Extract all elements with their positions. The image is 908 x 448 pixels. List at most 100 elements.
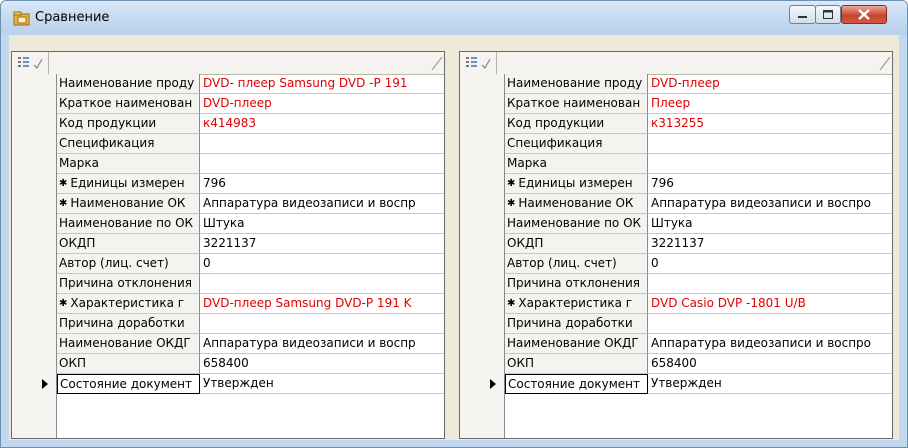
field-value[interactable]: DVD-плеер: [648, 74, 892, 94]
field-value[interactable]: Аппаратура видеозаписи и воспр: [200, 334, 444, 354]
field-value[interactable]: [648, 154, 892, 174]
row-indicator[interactable]: [12, 314, 56, 334]
table-row[interactable]: ✱ Характеристика г DVD Casio DVP -1801 U/B: [460, 294, 892, 314]
field-value[interactable]: 3221137: [648, 234, 892, 254]
row-indicator[interactable]: [460, 174, 504, 194]
field-value[interactable]: [200, 314, 444, 334]
field-value[interactable]: к313255: [648, 114, 892, 134]
table-row[interactable]: ✱ Единицы измерен 796: [460, 174, 892, 194]
row-indicator[interactable]: [12, 74, 56, 94]
field-value[interactable]: 658400: [648, 354, 892, 374]
row-indicator[interactable]: [12, 254, 56, 274]
row-indicator[interactable]: [12, 334, 56, 354]
field-value[interactable]: Штука: [200, 214, 444, 234]
row-indicator[interactable]: [12, 174, 56, 194]
close-button[interactable]: [841, 5, 887, 24]
table-row[interactable]: ОКДП 3221137: [12, 234, 444, 254]
field-value[interactable]: 3221137: [200, 234, 444, 254]
row-indicator[interactable]: [460, 354, 504, 374]
row-indicator[interactable]: [12, 114, 56, 134]
table-row[interactable]: Наименование по ОК Штука: [12, 214, 444, 234]
row-indicator[interactable]: [460, 234, 504, 254]
expand-field-icon[interactable]: ✱: [59, 298, 67, 309]
table-row[interactable]: Код продукции к313255: [460, 114, 892, 134]
field-value[interactable]: 0: [648, 254, 892, 274]
field-value[interactable]: Утвержден: [200, 374, 444, 394]
table-row[interactable]: Автор (лиц. счет) 0: [12, 254, 444, 274]
field-value[interactable]: Штука: [648, 214, 892, 234]
table-row[interactable]: ✱ Характеристика г DVD-плеер Samsung DVD-P…: [12, 294, 444, 314]
row-indicator[interactable]: [460, 374, 504, 394]
expand-field-icon[interactable]: ✱: [507, 178, 515, 189]
row-indicator[interactable]: [460, 194, 504, 214]
left-comparison-grid[interactable]: Наименование проду DVD- плеер Samsung DVD…: [11, 51, 445, 439]
minimize-button[interactable]: [789, 5, 816, 24]
table-row[interactable]: Наименование ОКДГ Аппаратура видеозаписи …: [460, 334, 892, 354]
right-comparison-grid[interactable]: Наименование проду DVD-плеер Краткое наиме…: [459, 51, 893, 439]
row-indicator[interactable]: [460, 154, 504, 174]
maximize-button[interactable]: [815, 5, 841, 24]
field-value[interactable]: [648, 314, 892, 334]
table-row[interactable]: Спецификация: [460, 134, 892, 154]
table-row[interactable]: Марка: [12, 154, 444, 174]
row-indicator[interactable]: [460, 294, 504, 314]
field-value[interactable]: [200, 134, 444, 154]
table-row[interactable]: Краткое наименован DVD-плеер: [12, 94, 444, 114]
table-row[interactable]: ОКП 658400: [460, 354, 892, 374]
expand-field-icon[interactable]: ✱: [507, 198, 515, 209]
field-value[interactable]: [648, 274, 892, 294]
table-row[interactable]: ОКП 658400: [12, 354, 444, 374]
row-indicator[interactable]: [12, 154, 56, 174]
row-indicator[interactable]: [12, 134, 56, 154]
row-indicator[interactable]: [460, 114, 504, 134]
row-indicator[interactable]: [12, 94, 56, 114]
table-row[interactable]: ОКДП 3221137: [460, 234, 892, 254]
table-row[interactable]: Наименование ОКДГ Аппаратура видеозаписи …: [12, 334, 444, 354]
row-indicator[interactable]: [12, 294, 56, 314]
field-value[interactable]: 796: [200, 174, 444, 194]
field-value[interactable]: Плеер: [648, 94, 892, 114]
table-row[interactable]: Наименование по ОК Штука: [460, 214, 892, 234]
field-value[interactable]: DVD-плеер: [200, 94, 444, 114]
expand-field-icon[interactable]: ✱: [507, 298, 515, 309]
table-row[interactable]: ✱ Наименование ОК Аппаратура видеозаписи и…: [460, 194, 892, 214]
table-row[interactable]: Причина доработки: [12, 314, 444, 334]
table-row[interactable]: Спецификация: [12, 134, 444, 154]
expand-field-icon[interactable]: ✱: [59, 198, 67, 209]
field-value[interactable]: Аппаратура видеозаписи и воспро: [648, 334, 892, 354]
row-indicator[interactable]: [12, 274, 56, 294]
field-value[interactable]: DVD Casio DVP -1801 U/B: [648, 294, 892, 314]
field-value[interactable]: Аппаратура видеозаписи и воспр: [200, 194, 444, 214]
row-indicator[interactable]: [12, 234, 56, 254]
field-value[interactable]: Утвержден: [648, 374, 892, 394]
row-indicator[interactable]: [460, 334, 504, 354]
column-chooser-cell[interactable]: [460, 52, 497, 74]
row-indicator[interactable]: [12, 214, 56, 234]
row-indicator[interactable]: [460, 134, 504, 154]
expand-field-icon[interactable]: ✱: [59, 178, 67, 189]
table-row[interactable]: ✱ Наименование ОК Аппаратура видеозаписи и…: [12, 194, 444, 214]
field-value[interactable]: 658400: [200, 354, 444, 374]
table-row[interactable]: Причина отклонения: [460, 274, 892, 294]
table-row[interactable]: Причина отклонения: [12, 274, 444, 294]
table-row[interactable]: Наименование проду DVD- плеер Samsung DVD…: [12, 74, 444, 94]
title-bar[interactable]: Сравнение: [1, 1, 907, 35]
row-indicator[interactable]: [12, 374, 56, 394]
row-indicator[interactable]: [460, 74, 504, 94]
field-value[interactable]: DVD- плеер Samsung DVD -P 191: [200, 74, 444, 94]
field-value[interactable]: [200, 274, 444, 294]
table-row[interactable]: Наименование проду DVD-плеер: [460, 74, 892, 94]
table-row[interactable]: Марка: [460, 154, 892, 174]
table-row[interactable]: Состояние документ Утвержден: [12, 374, 444, 394]
row-indicator[interactable]: [12, 354, 56, 374]
field-value[interactable]: 796: [648, 174, 892, 194]
field-value[interactable]: к414983: [200, 114, 444, 134]
row-indicator[interactable]: [460, 214, 504, 234]
field-value[interactable]: [648, 134, 892, 154]
table-row[interactable]: Автор (лиц. счет) 0: [460, 254, 892, 274]
row-indicator[interactable]: [460, 94, 504, 114]
table-row[interactable]: Код продукции к414983: [12, 114, 444, 134]
field-value[interactable]: [200, 154, 444, 174]
table-row[interactable]: Причина доработки: [460, 314, 892, 334]
field-value[interactable]: Аппаратура видеозаписи и воспро: [648, 194, 892, 214]
